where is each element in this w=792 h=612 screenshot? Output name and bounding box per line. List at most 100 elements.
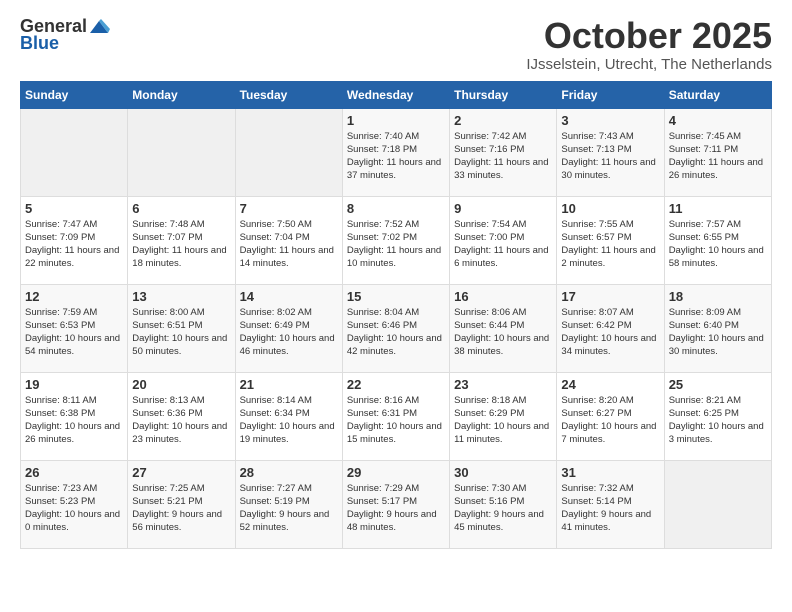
- calendar-cell: 30Sunrise: 7:30 AMSunset: 5:16 PMDayligh…: [450, 460, 557, 548]
- day-info: Sunrise: 7:52 AMSunset: 7:02 PMDaylight:…: [347, 218, 445, 271]
- logo-icon: [88, 19, 110, 35]
- day-number: 27: [132, 465, 230, 480]
- day-info: Sunrise: 8:07 AMSunset: 6:42 PMDaylight:…: [561, 306, 659, 359]
- day-number: 24: [561, 377, 659, 392]
- day-number: 14: [240, 289, 338, 304]
- day-info: Sunrise: 8:13 AMSunset: 6:36 PMDaylight:…: [132, 394, 230, 447]
- day-info: Sunrise: 7:59 AMSunset: 6:53 PMDaylight:…: [25, 306, 123, 359]
- calendar-cell: 25Sunrise: 8:21 AMSunset: 6:25 PMDayligh…: [664, 372, 771, 460]
- day-number: 19: [25, 377, 123, 392]
- calendar-cell: [128, 108, 235, 196]
- day-info: Sunrise: 7:54 AMSunset: 7:00 PMDaylight:…: [454, 218, 552, 271]
- day-number: 21: [240, 377, 338, 392]
- calendar-cell: 5 Sunrise: 7:47 AMSunset: 7:09 PMDaylight…: [21, 196, 128, 284]
- day-number: 20: [132, 377, 230, 392]
- calendar-cell: 1 Sunrise: 7:40 AMSunset: 7:18 PMDaylight…: [342, 108, 449, 196]
- calendar-cell: 7 Sunrise: 7:50 AMSunset: 7:04 PMDaylight…: [235, 196, 342, 284]
- day-info: Sunrise: 8:02 AMSunset: 6:49 PMDaylight:…: [240, 306, 338, 359]
- calendar-cell: 3 Sunrise: 7:43 AMSunset: 7:13 PMDaylight…: [557, 108, 664, 196]
- week-row-3: 12 Sunrise: 7:59 AMSunset: 6:53 PMDayligh…: [21, 284, 772, 372]
- day-info: Sunrise: 8:09 AMSunset: 6:40 PMDaylight:…: [669, 306, 767, 359]
- calendar-cell: 21 Sunrise: 8:14 AMSunset: 6:34 PMDayligh…: [235, 372, 342, 460]
- calendar-cell: 26 Sunrise: 7:23 AMSunset: 5:23 PMDayligh…: [21, 460, 128, 548]
- calendar-cell: 13 Sunrise: 8:00 AMSunset: 6:51 PMDayligh…: [128, 284, 235, 372]
- day-number: 6: [132, 201, 230, 216]
- calendar-cell: 20 Sunrise: 8:13 AMSunset: 6:36 PMDayligh…: [128, 372, 235, 460]
- day-info: Sunrise: 8:04 AMSunset: 6:46 PMDaylight:…: [347, 306, 445, 359]
- calendar-cell: 8 Sunrise: 7:52 AMSunset: 7:02 PMDaylight…: [342, 196, 449, 284]
- day-number: 23: [454, 377, 552, 392]
- day-info: Sunrise: 8:14 AMSunset: 6:34 PMDaylight:…: [240, 394, 338, 447]
- day-number: 1: [347, 113, 445, 128]
- day-number: 12: [25, 289, 123, 304]
- calendar-cell: 4Sunrise: 7:45 AMSunset: 7:11 PMDaylight…: [664, 108, 771, 196]
- day-info: Sunrise: 8:06 AMSunset: 6:44 PMDaylight:…: [454, 306, 552, 359]
- day-info: Sunrise: 7:48 AMSunset: 7:07 PMDaylight:…: [132, 218, 230, 271]
- day-info: Sunrise: 7:25 AMSunset: 5:21 PMDaylight:…: [132, 482, 230, 535]
- day-info: Sunrise: 7:50 AMSunset: 7:04 PMDaylight:…: [240, 218, 338, 271]
- day-info: Sunrise: 7:23 AMSunset: 5:23 PMDaylight:…: [25, 482, 123, 535]
- calendar-cell: 14 Sunrise: 8:02 AMSunset: 6:49 PMDayligh…: [235, 284, 342, 372]
- calendar-cell: [21, 108, 128, 196]
- day-number: 7: [240, 201, 338, 216]
- day-info: Sunrise: 7:42 AMSunset: 7:16 PMDaylight:…: [454, 130, 552, 183]
- calendar-cell: 18 Sunrise: 8:09 AMSunset: 6:40 PMDayligh…: [664, 284, 771, 372]
- day-number: 29: [347, 465, 445, 480]
- calendar-cell: 2 Sunrise: 7:42 AMSunset: 7:16 PMDaylight…: [450, 108, 557, 196]
- day-info: Sunrise: 7:30 AMSunset: 5:16 PMDaylight:…: [454, 482, 552, 535]
- day-info: Sunrise: 8:00 AMSunset: 6:51 PMDaylight:…: [132, 306, 230, 359]
- day-number: 18: [669, 289, 767, 304]
- day-info: Sunrise: 8:11 AMSunset: 6:38 PMDaylight:…: [25, 394, 123, 447]
- month-title: October 2025: [526, 16, 772, 56]
- day-number: 17: [561, 289, 659, 304]
- day-info: Sunrise: 7:57 AMSunset: 6:55 PMDaylight:…: [669, 218, 767, 271]
- day-number: 11: [669, 201, 767, 216]
- day-number: 9: [454, 201, 552, 216]
- weekday-header-wednesday: Wednesday: [342, 81, 449, 108]
- calendar-cell: 12 Sunrise: 7:59 AMSunset: 6:53 PMDayligh…: [21, 284, 128, 372]
- weekday-header-row: SundayMondayTuesdayWednesdayThursdayFrid…: [21, 81, 772, 108]
- week-row-2: 5 Sunrise: 7:47 AMSunset: 7:09 PMDaylight…: [21, 196, 772, 284]
- page-header: General Blue October 2025 IJsselstein, U…: [20, 16, 772, 73]
- day-number: 3: [561, 113, 659, 128]
- day-number: 13: [132, 289, 230, 304]
- day-number: 10: [561, 201, 659, 216]
- calendar-cell: [664, 460, 771, 548]
- weekday-header-friday: Friday: [557, 81, 664, 108]
- day-number: 4: [669, 113, 767, 128]
- weekday-header-tuesday: Tuesday: [235, 81, 342, 108]
- calendar-cell: 16 Sunrise: 8:06 AMSunset: 6:44 PMDayligh…: [450, 284, 557, 372]
- calendar-cell: [235, 108, 342, 196]
- day-info: Sunrise: 7:32 AMSunset: 5:14 PMDaylight:…: [561, 482, 659, 535]
- day-info: Sunrise: 8:21 AMSunset: 6:25 PMDaylight:…: [669, 394, 767, 447]
- day-info: Sunrise: 7:47 AMSunset: 7:09 PMDaylight:…: [25, 218, 123, 271]
- calendar-cell: 17 Sunrise: 8:07 AMSunset: 6:42 PMDayligh…: [557, 284, 664, 372]
- week-row-5: 26 Sunrise: 7:23 AMSunset: 5:23 PMDayligh…: [21, 460, 772, 548]
- week-row-1: 1 Sunrise: 7:40 AMSunset: 7:18 PMDaylight…: [21, 108, 772, 196]
- day-info: Sunrise: 7:43 AMSunset: 7:13 PMDaylight:…: [561, 130, 659, 183]
- day-number: 8: [347, 201, 445, 216]
- title-block: October 2025 IJsselstein, Utrecht, The N…: [526, 16, 772, 73]
- calendar-cell: 9 Sunrise: 7:54 AMSunset: 7:00 PMDaylight…: [450, 196, 557, 284]
- day-number: 5: [25, 201, 123, 216]
- weekday-header-thursday: Thursday: [450, 81, 557, 108]
- day-number: 26: [25, 465, 123, 480]
- calendar-cell: 23Sunrise: 8:18 AMSunset: 6:29 PMDayligh…: [450, 372, 557, 460]
- calendar-cell: 27 Sunrise: 7:25 AMSunset: 5:21 PMDayligh…: [128, 460, 235, 548]
- day-info: Sunrise: 7:55 AMSunset: 6:57 PMDaylight:…: [561, 218, 659, 271]
- weekday-header-sunday: Sunday: [21, 81, 128, 108]
- day-number: 2: [454, 113, 552, 128]
- calendar-cell: 28Sunrise: 7:27 AMSunset: 5:19 PMDayligh…: [235, 460, 342, 548]
- calendar-cell: 31 Sunrise: 7:32 AMSunset: 5:14 PMDayligh…: [557, 460, 664, 548]
- logo: General Blue: [20, 16, 111, 54]
- day-number: 22: [347, 377, 445, 392]
- day-number: 16: [454, 289, 552, 304]
- day-info: Sunrise: 8:16 AMSunset: 6:31 PMDaylight:…: [347, 394, 445, 447]
- calendar-cell: 22 Sunrise: 8:16 AMSunset: 6:31 PMDayligh…: [342, 372, 449, 460]
- calendar-cell: 15Sunrise: 8:04 AMSunset: 6:46 PMDayligh…: [342, 284, 449, 372]
- day-number: 31: [561, 465, 659, 480]
- day-info: Sunrise: 8:20 AMSunset: 6:27 PMDaylight:…: [561, 394, 659, 447]
- day-info: Sunrise: 7:40 AMSunset: 7:18 PMDaylight:…: [347, 130, 445, 183]
- calendar-cell: 11 Sunrise: 7:57 AMSunset: 6:55 PMDayligh…: [664, 196, 771, 284]
- day-number: 28: [240, 465, 338, 480]
